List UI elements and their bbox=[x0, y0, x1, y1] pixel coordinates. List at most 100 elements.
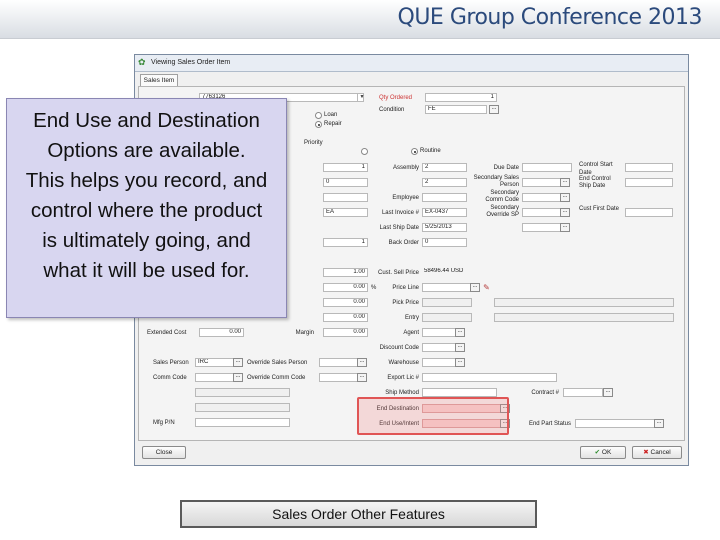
forecast-field[interactable]: 2 bbox=[422, 178, 467, 187]
callout-line: control where the product bbox=[30, 199, 263, 222]
extended-cost-field[interactable]: 0.00 bbox=[199, 328, 244, 337]
percent-label: % bbox=[371, 285, 377, 291]
agent-lookup-button[interactable]: ... bbox=[455, 328, 465, 337]
chevron-down-icon[interactable]: ▼ bbox=[357, 93, 366, 102]
callout-line: is ultimately going, and bbox=[42, 229, 251, 252]
warehouse-label: Warehouse bbox=[388, 360, 419, 366]
price-line-label: Price Line bbox=[392, 285, 419, 291]
cust-first-date-label: Cust First Date bbox=[579, 206, 620, 212]
warehouse-field[interactable] bbox=[422, 358, 457, 367]
cancel-button[interactable]: ✖ Cancel bbox=[632, 446, 682, 459]
comm-code-field[interactable] bbox=[195, 373, 235, 382]
control-radio[interactable] bbox=[361, 148, 368, 155]
loan-label: Loan bbox=[324, 112, 338, 118]
secondary-override-sp-field[interactable] bbox=[522, 208, 562, 217]
discount-code-field[interactable] bbox=[422, 343, 457, 352]
sales-person-field[interactable]: IRC bbox=[195, 358, 235, 367]
loan-radio[interactable] bbox=[315, 112, 322, 119]
contract-field[interactable] bbox=[563, 388, 603, 397]
override-sales-person-label: Override Sales Person bbox=[247, 360, 308, 366]
condition-lookup-button[interactable]: ... bbox=[489, 105, 499, 114]
condition-label: Condition bbox=[379, 107, 405, 113]
lines-field[interactable]: 0 bbox=[323, 178, 368, 187]
override-comm-code-field[interactable] bbox=[319, 373, 359, 382]
extended-cost-label: Extended Cost bbox=[147, 330, 187, 336]
profit-field[interactable]: 0.00 bbox=[323, 298, 368, 307]
agent-field[interactable] bbox=[422, 328, 457, 337]
routine-radio[interactable] bbox=[411, 148, 418, 155]
ship-method-field[interactable] bbox=[422, 388, 497, 397]
edit-price-icon[interactable]: ✎ bbox=[482, 283, 491, 292]
slide-caption: Sales Order Other Features bbox=[180, 500, 537, 528]
end-control-label: End Control Ship Date bbox=[579, 176, 611, 189]
mfg-pn-field[interactable] bbox=[195, 418, 290, 427]
end-part-status-field[interactable] bbox=[575, 419, 655, 428]
ship-method-label: Ship Method bbox=[385, 390, 419, 396]
secondary-comm-code-field[interactable] bbox=[522, 193, 562, 202]
cust-first-date-field[interactable] bbox=[625, 208, 673, 217]
due-date-field[interactable] bbox=[522, 163, 572, 172]
agent-label: Agent bbox=[403, 330, 419, 336]
repair-label: Repair bbox=[324, 121, 342, 127]
discount-field[interactable]: 0.00 bbox=[323, 283, 368, 292]
cust-sell-price-value: 58496.44 USD bbox=[424, 268, 464, 274]
contract-lookup-button[interactable]: ... bbox=[603, 388, 613, 397]
callout-line: This helps you record, and bbox=[25, 169, 268, 192]
secondary-comm-code-label: Secondary Comm Code bbox=[485, 190, 519, 203]
category-field[interactable] bbox=[323, 193, 368, 202]
secondary-override-sp-lookup-button[interactable]: ... bbox=[560, 208, 570, 217]
assembly-count-field[interactable]: 1 bbox=[323, 238, 368, 247]
exchange-rate-field[interactable]: 1.00 bbox=[323, 268, 368, 277]
markup-field[interactable]: 0.00 bbox=[323, 313, 368, 322]
window-title: Viewing Sales Order Item bbox=[151, 59, 231, 66]
override-sales-person-lookup-button[interactable]: ... bbox=[357, 358, 367, 367]
secondary-comm-code-lookup-button[interactable]: ... bbox=[560, 193, 570, 202]
end-control-field[interactable] bbox=[625, 178, 673, 187]
override-comm-lookup-button[interactable]: ... bbox=[560, 223, 570, 232]
check-icon: ✔ bbox=[594, 449, 602, 456]
sales-person-lookup-button[interactable]: ... bbox=[233, 358, 243, 367]
assembly-label: Assembly bbox=[392, 165, 419, 171]
control-start-field[interactable] bbox=[625, 163, 673, 172]
mfg-pn-label: Mfg P/N bbox=[153, 420, 175, 426]
callout-line: what it will be used for. bbox=[43, 259, 250, 282]
routine-label: Routine bbox=[420, 148, 441, 154]
close-button[interactable]: Close bbox=[142, 446, 186, 459]
margin-field[interactable]: 0.00 bbox=[323, 328, 368, 337]
callout-box: End Use and Destination Options are avai… bbox=[6, 98, 287, 318]
app-icon: ✿ bbox=[138, 57, 146, 67]
last-invoice-label: Last Invoice # bbox=[381, 210, 419, 216]
qty-ordered-field[interactable]: 1 bbox=[425, 93, 497, 102]
employee-field[interactable] bbox=[422, 193, 467, 202]
employee-label: Employee bbox=[392, 195, 419, 201]
end-part-status-lookup-button[interactable]: ... bbox=[654, 419, 664, 428]
warehouse-lookup-button[interactable]: ... bbox=[455, 358, 465, 367]
price-line-field[interactable] bbox=[422, 283, 472, 292]
ok-button[interactable]: ✔ OK bbox=[580, 446, 626, 459]
discount-code-lookup-button[interactable]: ... bbox=[455, 343, 465, 352]
override-sales-person-field[interactable] bbox=[319, 358, 359, 367]
back-order-field[interactable]: 0 bbox=[422, 238, 467, 247]
secondary-sales-person-field[interactable] bbox=[522, 178, 562, 187]
repair-radio[interactable] bbox=[315, 121, 322, 128]
unit-field[interactable]: EA bbox=[323, 208, 368, 217]
end-part-status-label: End Part Status bbox=[528, 421, 571, 427]
last-invoice-field[interactable]: EX-0437 bbox=[422, 208, 467, 217]
condition-field[interactable]: FE bbox=[425, 105, 487, 114]
last-ship-date-field[interactable]: 5/25/2013 bbox=[422, 223, 467, 232]
control-start-label: Control Start Date bbox=[579, 162, 613, 176]
export-lic-field[interactable] bbox=[422, 373, 557, 382]
discount-code-label: Discount Code bbox=[379, 345, 419, 351]
price-line-lookup-button[interactable]: ... bbox=[470, 283, 480, 292]
pick-price-label: Pick Price bbox=[392, 300, 419, 306]
priority-label: Priority bbox=[304, 140, 323, 146]
assembly-field[interactable]: 2 bbox=[422, 163, 467, 172]
secondary-sales-person-lookup-button[interactable]: ... bbox=[560, 178, 570, 187]
callout-line: End Use and Destination bbox=[33, 109, 260, 132]
spare-field-1 bbox=[195, 388, 290, 397]
entry-label: Entry bbox=[404, 315, 419, 321]
override-comm-code-lookup-button[interactable]: ... bbox=[357, 373, 367, 382]
qty-field[interactable]: 1 bbox=[323, 163, 368, 172]
comm-code-lookup-button[interactable]: ... bbox=[233, 373, 243, 382]
override-comm-field[interactable] bbox=[522, 223, 562, 232]
